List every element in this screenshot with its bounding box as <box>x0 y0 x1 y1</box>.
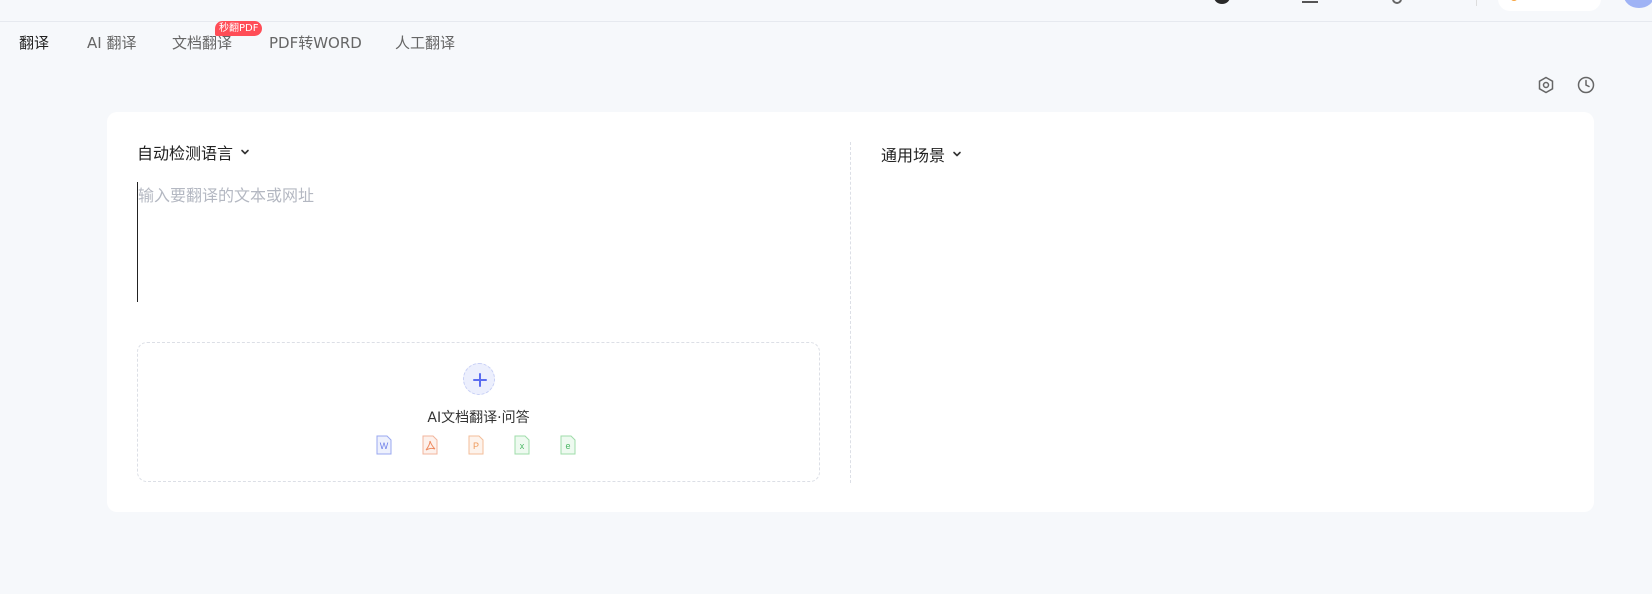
scene-select[interactable]: 通用场景 <box>881 142 963 166</box>
add-document-button[interactable] <box>463 363 495 395</box>
menu-icon[interactable] <box>1302 1 1318 3</box>
scene-label: 通用场景 <box>881 146 946 165</box>
plus-icon <box>473 373 487 387</box>
document-upload-zone[interactable]: AI文档翻译·问答 W P x e <box>137 342 820 482</box>
epub-file-icon: e <box>560 435 576 455</box>
vip-icon <box>1510 0 1518 1</box>
pane-divider <box>850 142 851 483</box>
ppt-file-icon: P <box>468 435 484 455</box>
clock-icon[interactable] <box>1577 76 1595 94</box>
source-language-select[interactable]: 自动检测语言 <box>137 140 251 164</box>
excel-file-icon: x <box>514 435 530 455</box>
upload-label: AI文档翻译·问答 <box>427 410 530 426</box>
location-icon[interactable] <box>1392 0 1402 4</box>
svg-text:W: W <box>380 441 389 451</box>
svg-text:P: P <box>473 441 479 451</box>
promo-badge: 秒翻PDF <box>215 21 263 36</box>
vip-pill-button[interactable] <box>1498 0 1601 11</box>
svg-text:e: e <box>565 441 570 451</box>
word-file-icon: W <box>376 435 392 455</box>
chevron-down-icon <box>953 151 961 157</box>
translate-page: 翻译 AI 翻译 文档翻译 PDF转WORD 人工翻译 秒翻PDF 自动检测语言 <box>0 0 1652 594</box>
tab-pdf-to-word[interactable]: PDF转WORD <box>269 32 362 53</box>
user-avatar[interactable] <box>1624 0 1652 8</box>
header-divider <box>1476 0 1477 6</box>
header-avatar-icon[interactable] <box>1214 0 1230 4</box>
tab-ai-translate[interactable]: AI 翻译 <box>87 32 136 53</box>
source-language-label: 自动检测语言 <box>137 144 234 163</box>
tab-translate[interactable]: 翻译 <box>19 32 49 53</box>
settings-hexagon-icon[interactable] <box>1537 76 1555 94</box>
tab-human-translate[interactable]: 人工翻译 <box>395 32 455 53</box>
top-header <box>0 0 1652 22</box>
chevron-down-icon <box>241 149 249 155</box>
pdf-file-icon <box>422 435 438 455</box>
translate-card: 自动检测语言 AI文档翻译·问答 W <box>107 112 1594 512</box>
svg-text:x: x <box>520 441 525 451</box>
source-text-input[interactable] <box>137 182 817 302</box>
